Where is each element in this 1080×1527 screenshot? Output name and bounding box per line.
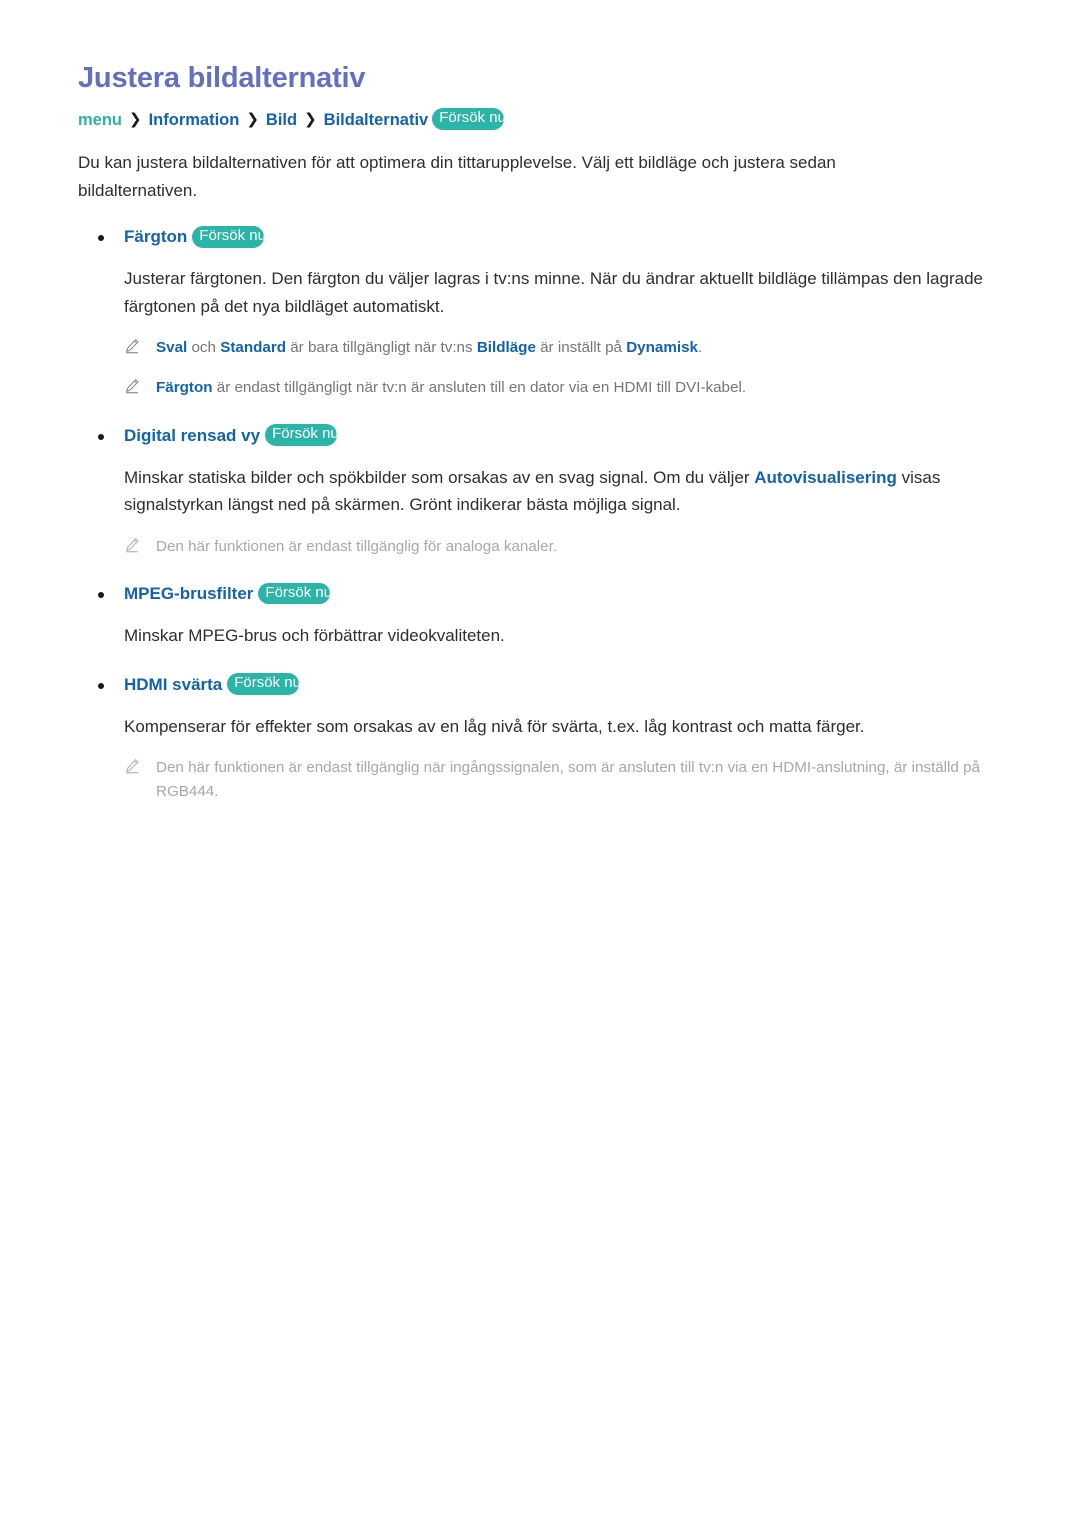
page-title: Justera bildalternativ (78, 62, 366, 94)
note: Sval och Standard är bara tillgängligt n… (78, 336, 1002, 360)
note-plain: och (187, 339, 221, 357)
pencil-icon (124, 378, 140, 394)
note-text: Färgton är endast tillgängligt när tv:n … (156, 379, 746, 396)
description-plain: Minskar statiska bilder och spökbilder s… (124, 467, 755, 487)
option-heading-mpeg-brusfilter: MPEG-brusfilter Försök nu (78, 582, 1002, 606)
breadcrumb-item-information[interactable]: Information (149, 110, 240, 131)
option-description: Justerar färgtonen. Den färgton du välje… (124, 269, 983, 316)
try-now-badge[interactable]: Försök nu (192, 225, 265, 248)
try-now-badge[interactable]: Försök nu (265, 424, 338, 447)
options-list: Färgton Försök nu Justerar färgtonen. De… (78, 225, 1002, 805)
note-plain: är endast tillgängligt när tv:n är anslu… (212, 379, 747, 397)
try-now-badge[interactable]: Försök nu (227, 673, 300, 695)
breadcrumb: menu ❯ Information ❯ Bild ❯ Bildalternat… (78, 108, 1002, 131)
document-page: Justera bildalternativ menu ❯ Informatio… (0, 0, 1080, 1527)
note-plain: är bara tillgängligt när tv:ns (286, 339, 477, 357)
intro-paragraph: Du kan justera bildalternativen för att … (78, 153, 836, 200)
option-description: Minskar statiska bilder och spökbilder s… (78, 464, 1002, 519)
option-heading-fargton: Färgton Försök nu (78, 225, 1002, 249)
try-now-badge[interactable]: Försök nu (258, 582, 331, 605)
note-text: Den här funktionen är endast tillgänglig… (156, 537, 558, 555)
note-keyword: Dynamisk (626, 339, 698, 357)
description-keyword: Autovisualisering (754, 467, 897, 487)
note-keyword: Bildläge (476, 339, 536, 357)
option-name: HDMI svärta (124, 674, 223, 694)
bullet-dot-icon (98, 235, 104, 242)
pencil-icon (124, 338, 140, 354)
list-item: Färgton Försök nu Justerar färgtonen. De… (78, 225, 1002, 401)
note: Den här funktionen är endast tillgänglig… (78, 535, 1002, 559)
list-item: MPEG-brusfilter Försök nu Minskar MPEG-b… (78, 582, 1002, 649)
chevron-right-icon: ❯ (304, 110, 317, 128)
note-plain: . (697, 339, 703, 357)
note-keyword: Färgton (156, 379, 213, 397)
list-item: HDMI svärta Försök nu Kompenserar för ef… (78, 673, 1002, 805)
bullet-dot-icon (98, 433, 104, 440)
breadcrumb-item-menu[interactable]: menu (78, 110, 122, 131)
option-name: Digital rensad vy (124, 425, 261, 445)
option-heading-digital-rensad-vy: Digital rensad vy Försök nu (78, 424, 1002, 448)
bullet-dot-icon (98, 592, 104, 599)
note-keyword: Standard (220, 339, 287, 357)
note-keyword: Sval (156, 339, 188, 357)
note: Färgton är endast tillgängligt när tv:n … (78, 376, 1002, 400)
option-name: Färgton (124, 227, 188, 247)
note-text: Den här funktionen är endast tillgänglig… (156, 759, 980, 801)
option-heading-hdmi-svarta: HDMI svärta Försök nu (78, 673, 1002, 697)
chevron-right-icon: ❯ (129, 110, 142, 128)
chevron-right-icon: ❯ (246, 110, 259, 128)
pencil-icon (124, 758, 140, 774)
pencil-icon (124, 537, 140, 553)
option-name: MPEG-brusfilter (124, 584, 254, 604)
bullet-dot-icon (98, 682, 104, 689)
breadcrumb-item-bild[interactable]: Bild (266, 110, 297, 131)
list-item: Digital rensad vy Försök nu Minskar stat… (78, 424, 1002, 559)
option-description: Minskar MPEG-brus och förbättrar videokv… (124, 626, 505, 646)
note-plain: är inställt på (535, 339, 627, 357)
note: Den här funktionen är endast tillgänglig… (78, 756, 1002, 805)
option-description: Kompenserar för effekter som orsakas av … (124, 716, 865, 736)
note-text: Sval och Standard är bara tillgängligt n… (156, 339, 702, 356)
try-now-badge[interactable]: Försök nu (432, 108, 505, 131)
breadcrumb-item-bildalternativ[interactable]: Bildalternativ (324, 110, 429, 131)
